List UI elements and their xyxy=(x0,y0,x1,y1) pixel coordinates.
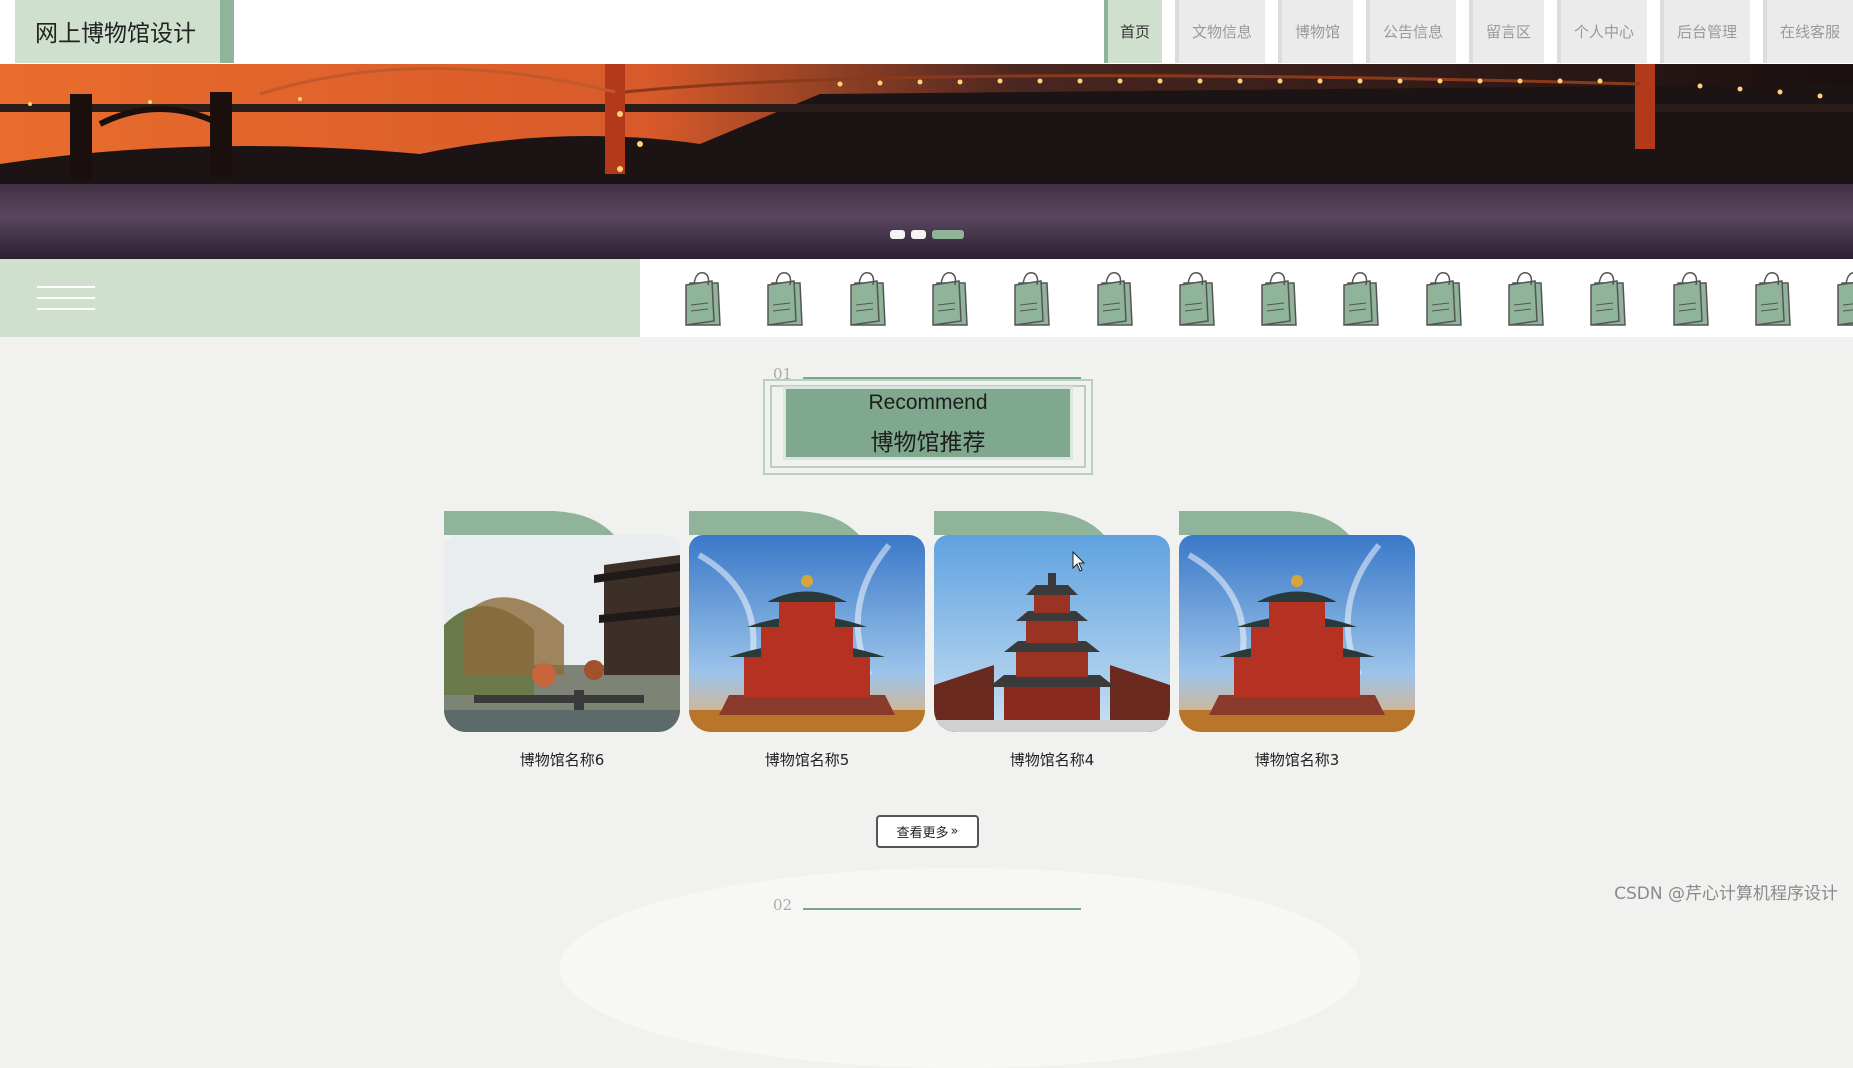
shopping-tag-icon[interactable] xyxy=(843,269,891,329)
nav-label: 在线客服 xyxy=(1779,23,1840,41)
hamburger-menu-icon[interactable] xyxy=(37,286,95,310)
carousel-dot[interactable] xyxy=(910,230,926,239)
nav-label: 文物信息 xyxy=(1191,23,1252,41)
section-title-en: Recommend xyxy=(868,391,988,414)
site-title: 网上博物馆设计 xyxy=(35,21,196,47)
nav-label: 后台管理 xyxy=(1676,23,1737,41)
museum-image-temple-of-heaven xyxy=(1179,535,1415,732)
museum-name[interactable]: 博物馆名称5 xyxy=(689,749,925,770)
nav-item-relics[interactable]: 文物信息 xyxy=(1175,0,1265,63)
shopping-tag-icon[interactable] xyxy=(678,269,726,329)
shopping-tag-icon[interactable] xyxy=(1748,269,1796,329)
nav-item-notices[interactable]: 公告信息 xyxy=(1366,0,1456,63)
mouse-cursor-icon xyxy=(1072,551,1086,572)
shopping-tag-icon[interactable] xyxy=(925,269,973,329)
shopping-tag-icon[interactable] xyxy=(1830,269,1853,329)
category-tag-strip xyxy=(640,259,1853,337)
view-more-label: 查看更多 xyxy=(896,826,949,841)
nav-item-support[interactable]: 在线客服 xyxy=(1763,0,1853,63)
museum-image-temple-of-heaven xyxy=(689,535,925,732)
nav-item-messages[interactable]: 留言区 xyxy=(1469,0,1544,63)
view-more-button[interactable]: 查看更多 » xyxy=(876,815,979,848)
museum-card[interactable]: 博物馆名称4 xyxy=(934,511,1170,771)
shopping-tag-icon[interactable] xyxy=(1007,269,1055,329)
museum-card[interactable]: 博物馆名称5 xyxy=(689,511,925,771)
section-number: 02 xyxy=(773,896,793,914)
shopping-tag-icon[interactable] xyxy=(760,269,808,329)
museum-image-pagoda xyxy=(934,535,1170,732)
card-tab xyxy=(1179,511,1349,535)
shopping-tag-icon[interactable] xyxy=(1090,269,1138,329)
card-tab xyxy=(934,511,1104,535)
nav-label: 留言区 xyxy=(1485,23,1531,41)
section-title-box: Recommend 博物馆推荐 xyxy=(783,386,1073,460)
nav-label: 公告信息 xyxy=(1382,23,1443,41)
nav-label: 博物馆 xyxy=(1294,23,1340,41)
shopping-tag-icon[interactable] xyxy=(1336,269,1384,329)
logo-box[interactable]: 网上博物馆设计 xyxy=(15,0,234,63)
card-tab xyxy=(444,511,614,535)
section-title-cn: 博物馆推荐 xyxy=(870,430,986,456)
banner-carousel[interactable] xyxy=(0,64,1853,259)
nav-item-museum[interactable]: 博物馆 xyxy=(1278,0,1353,63)
museum-name[interactable]: 博物馆名称6 xyxy=(444,749,680,770)
shopping-tag-icon[interactable] xyxy=(1419,269,1467,329)
nav-label: 个人中心 xyxy=(1573,23,1634,41)
main-nav: 首页 文物信息 博物馆 公告信息 留言区 个人中心 后台管理 在线客服 xyxy=(1091,0,1853,63)
nav-item-admin[interactable]: 后台管理 xyxy=(1660,0,1750,63)
museum-image-garden xyxy=(444,535,680,732)
top-header: 网上博物馆设计 首页 文物信息 博物馆 公告信息 留言区 个人中心 后台管理 在… xyxy=(0,0,1853,64)
shopping-tag-icon[interactable] xyxy=(1254,269,1302,329)
category-strip-left xyxy=(0,259,640,337)
shopping-tag-icon[interactable] xyxy=(1172,269,1220,329)
shopping-tag-icon[interactable] xyxy=(1583,269,1631,329)
museum-name[interactable]: 博物馆名称4 xyxy=(934,749,1170,770)
museum-card[interactable]: 博物馆名称6 xyxy=(444,511,680,771)
carousel-indicators xyxy=(0,230,1853,239)
museum-card[interactable]: 博物馆名称3 xyxy=(1179,511,1415,771)
carousel-dot-active[interactable] xyxy=(931,230,964,239)
background-arc xyxy=(560,868,1360,1068)
shopping-tag-icon[interactable] xyxy=(1501,269,1549,329)
nav-label: 首页 xyxy=(1119,23,1150,41)
card-tab xyxy=(689,511,859,535)
double-chevron-right-icon: » xyxy=(950,824,959,839)
nav-item-home[interactable]: 首页 xyxy=(1104,0,1162,63)
nav-item-profile[interactable]: 个人中心 xyxy=(1557,0,1647,63)
shopping-tag-icon[interactable] xyxy=(1666,269,1714,329)
carousel-dot[interactable] xyxy=(889,230,905,239)
museum-name[interactable]: 博物馆名称3 xyxy=(1179,749,1415,770)
watermark: CSDN @芹心计算机程序设计 xyxy=(1614,884,1838,904)
